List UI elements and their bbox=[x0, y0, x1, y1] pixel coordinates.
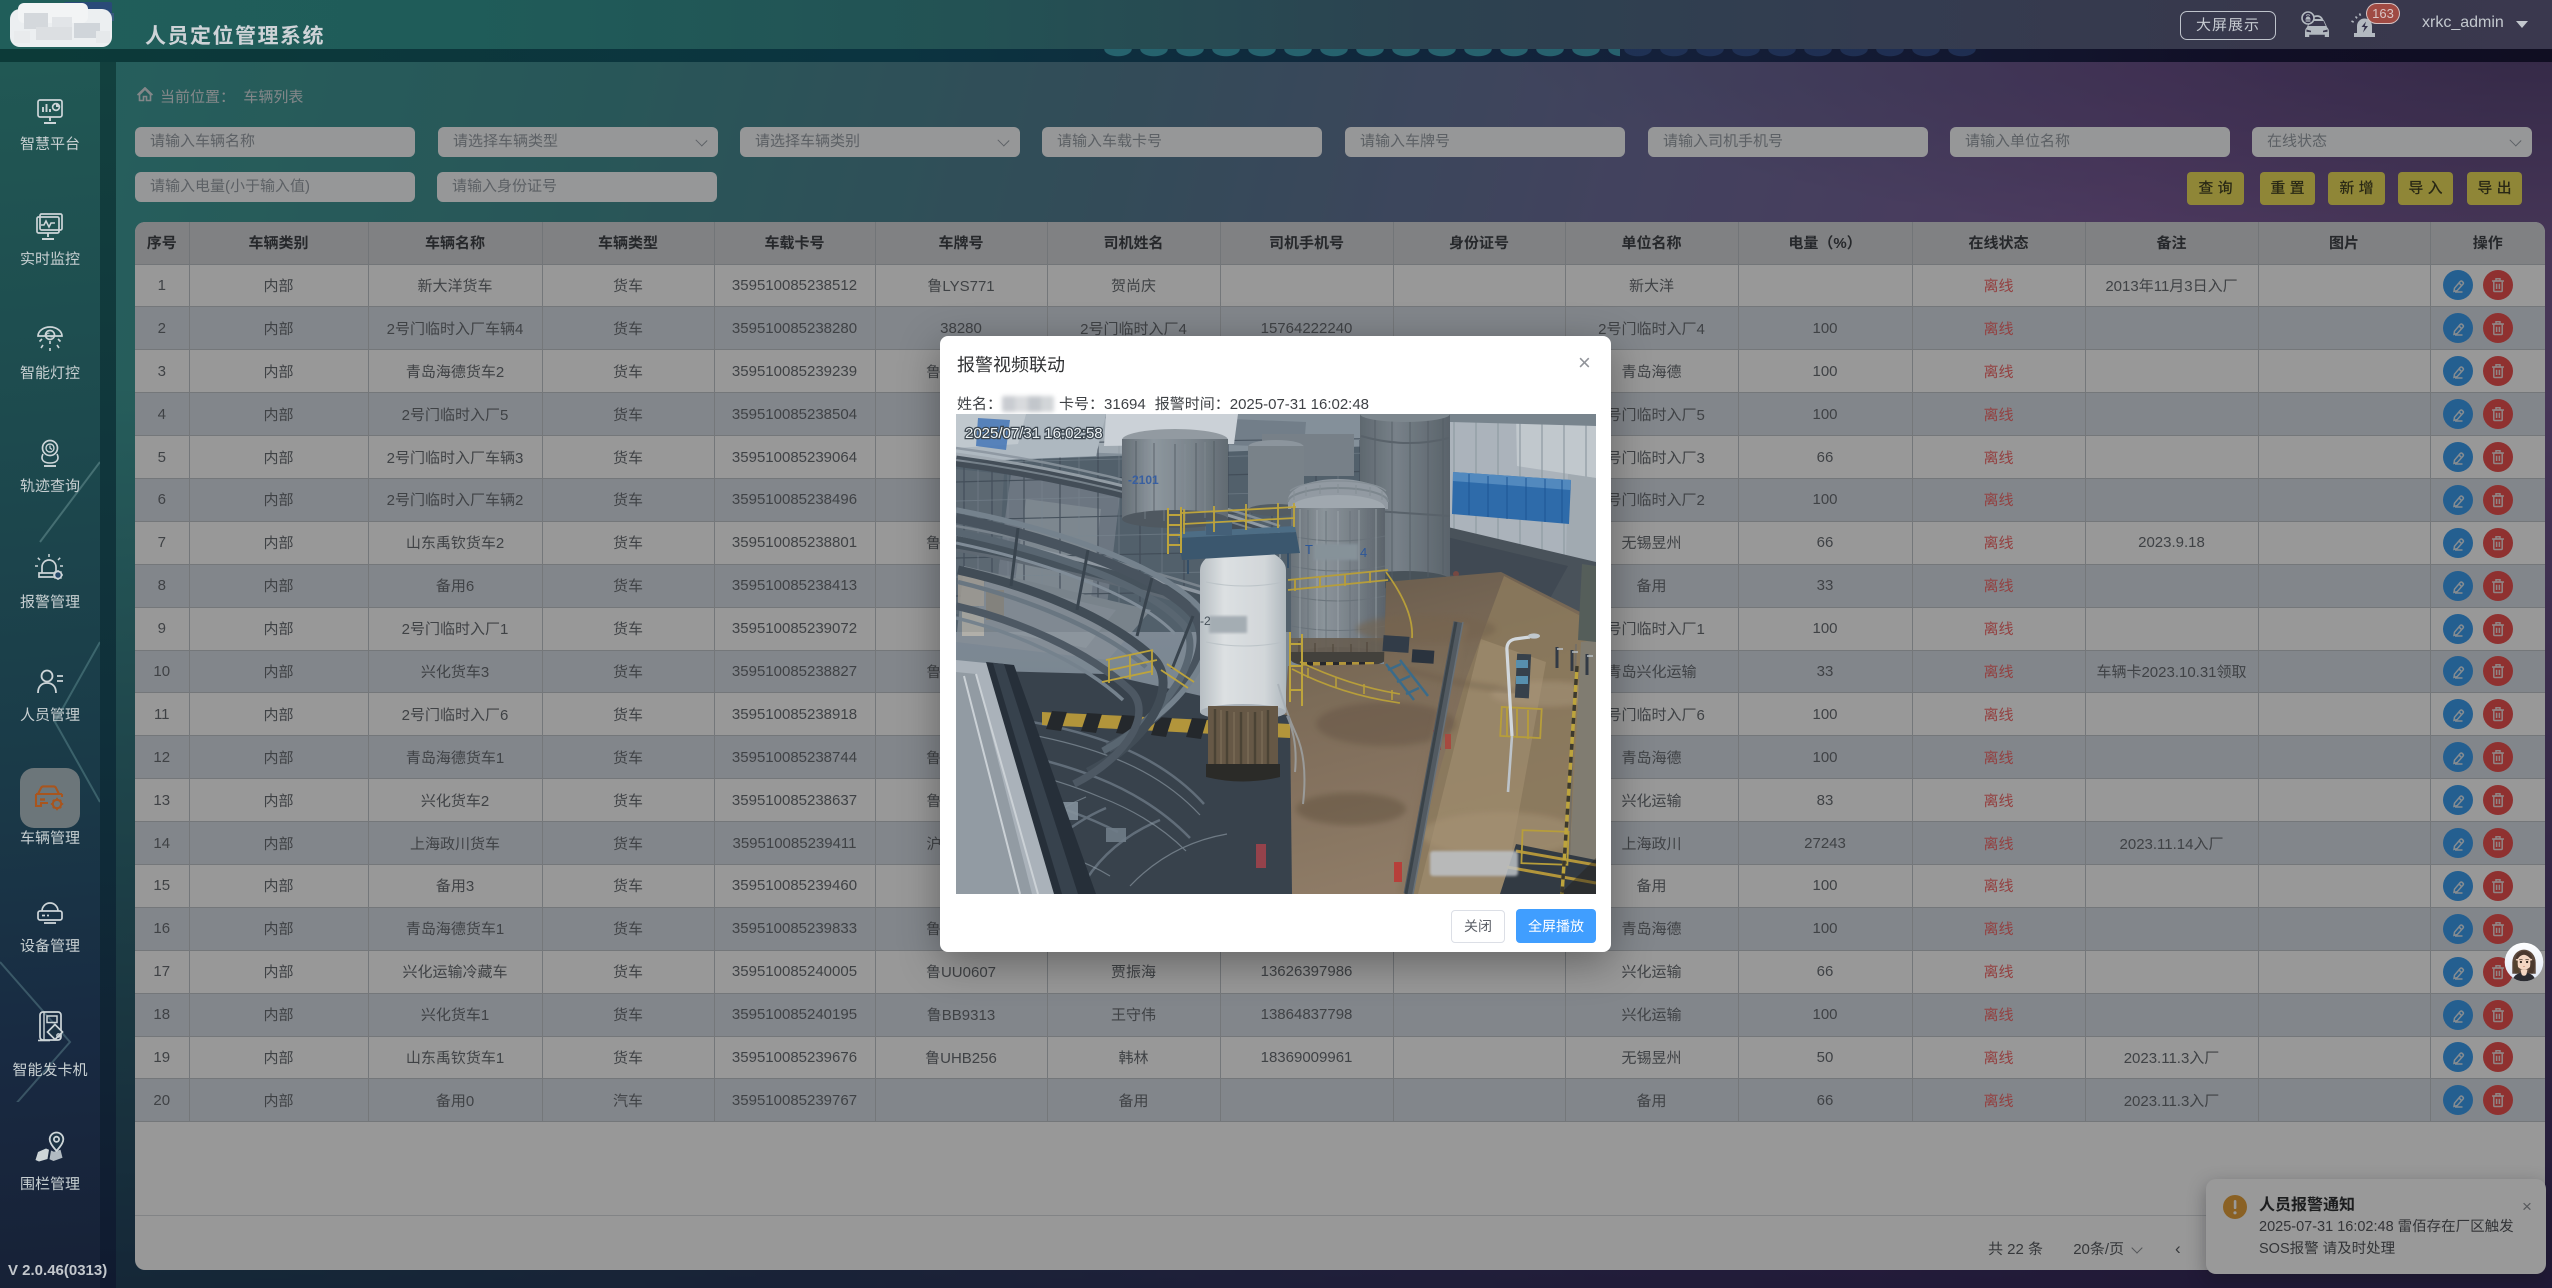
svg-text:2025/07/31 16:02:58: 2025/07/31 16:02:58 bbox=[965, 425, 1103, 442]
